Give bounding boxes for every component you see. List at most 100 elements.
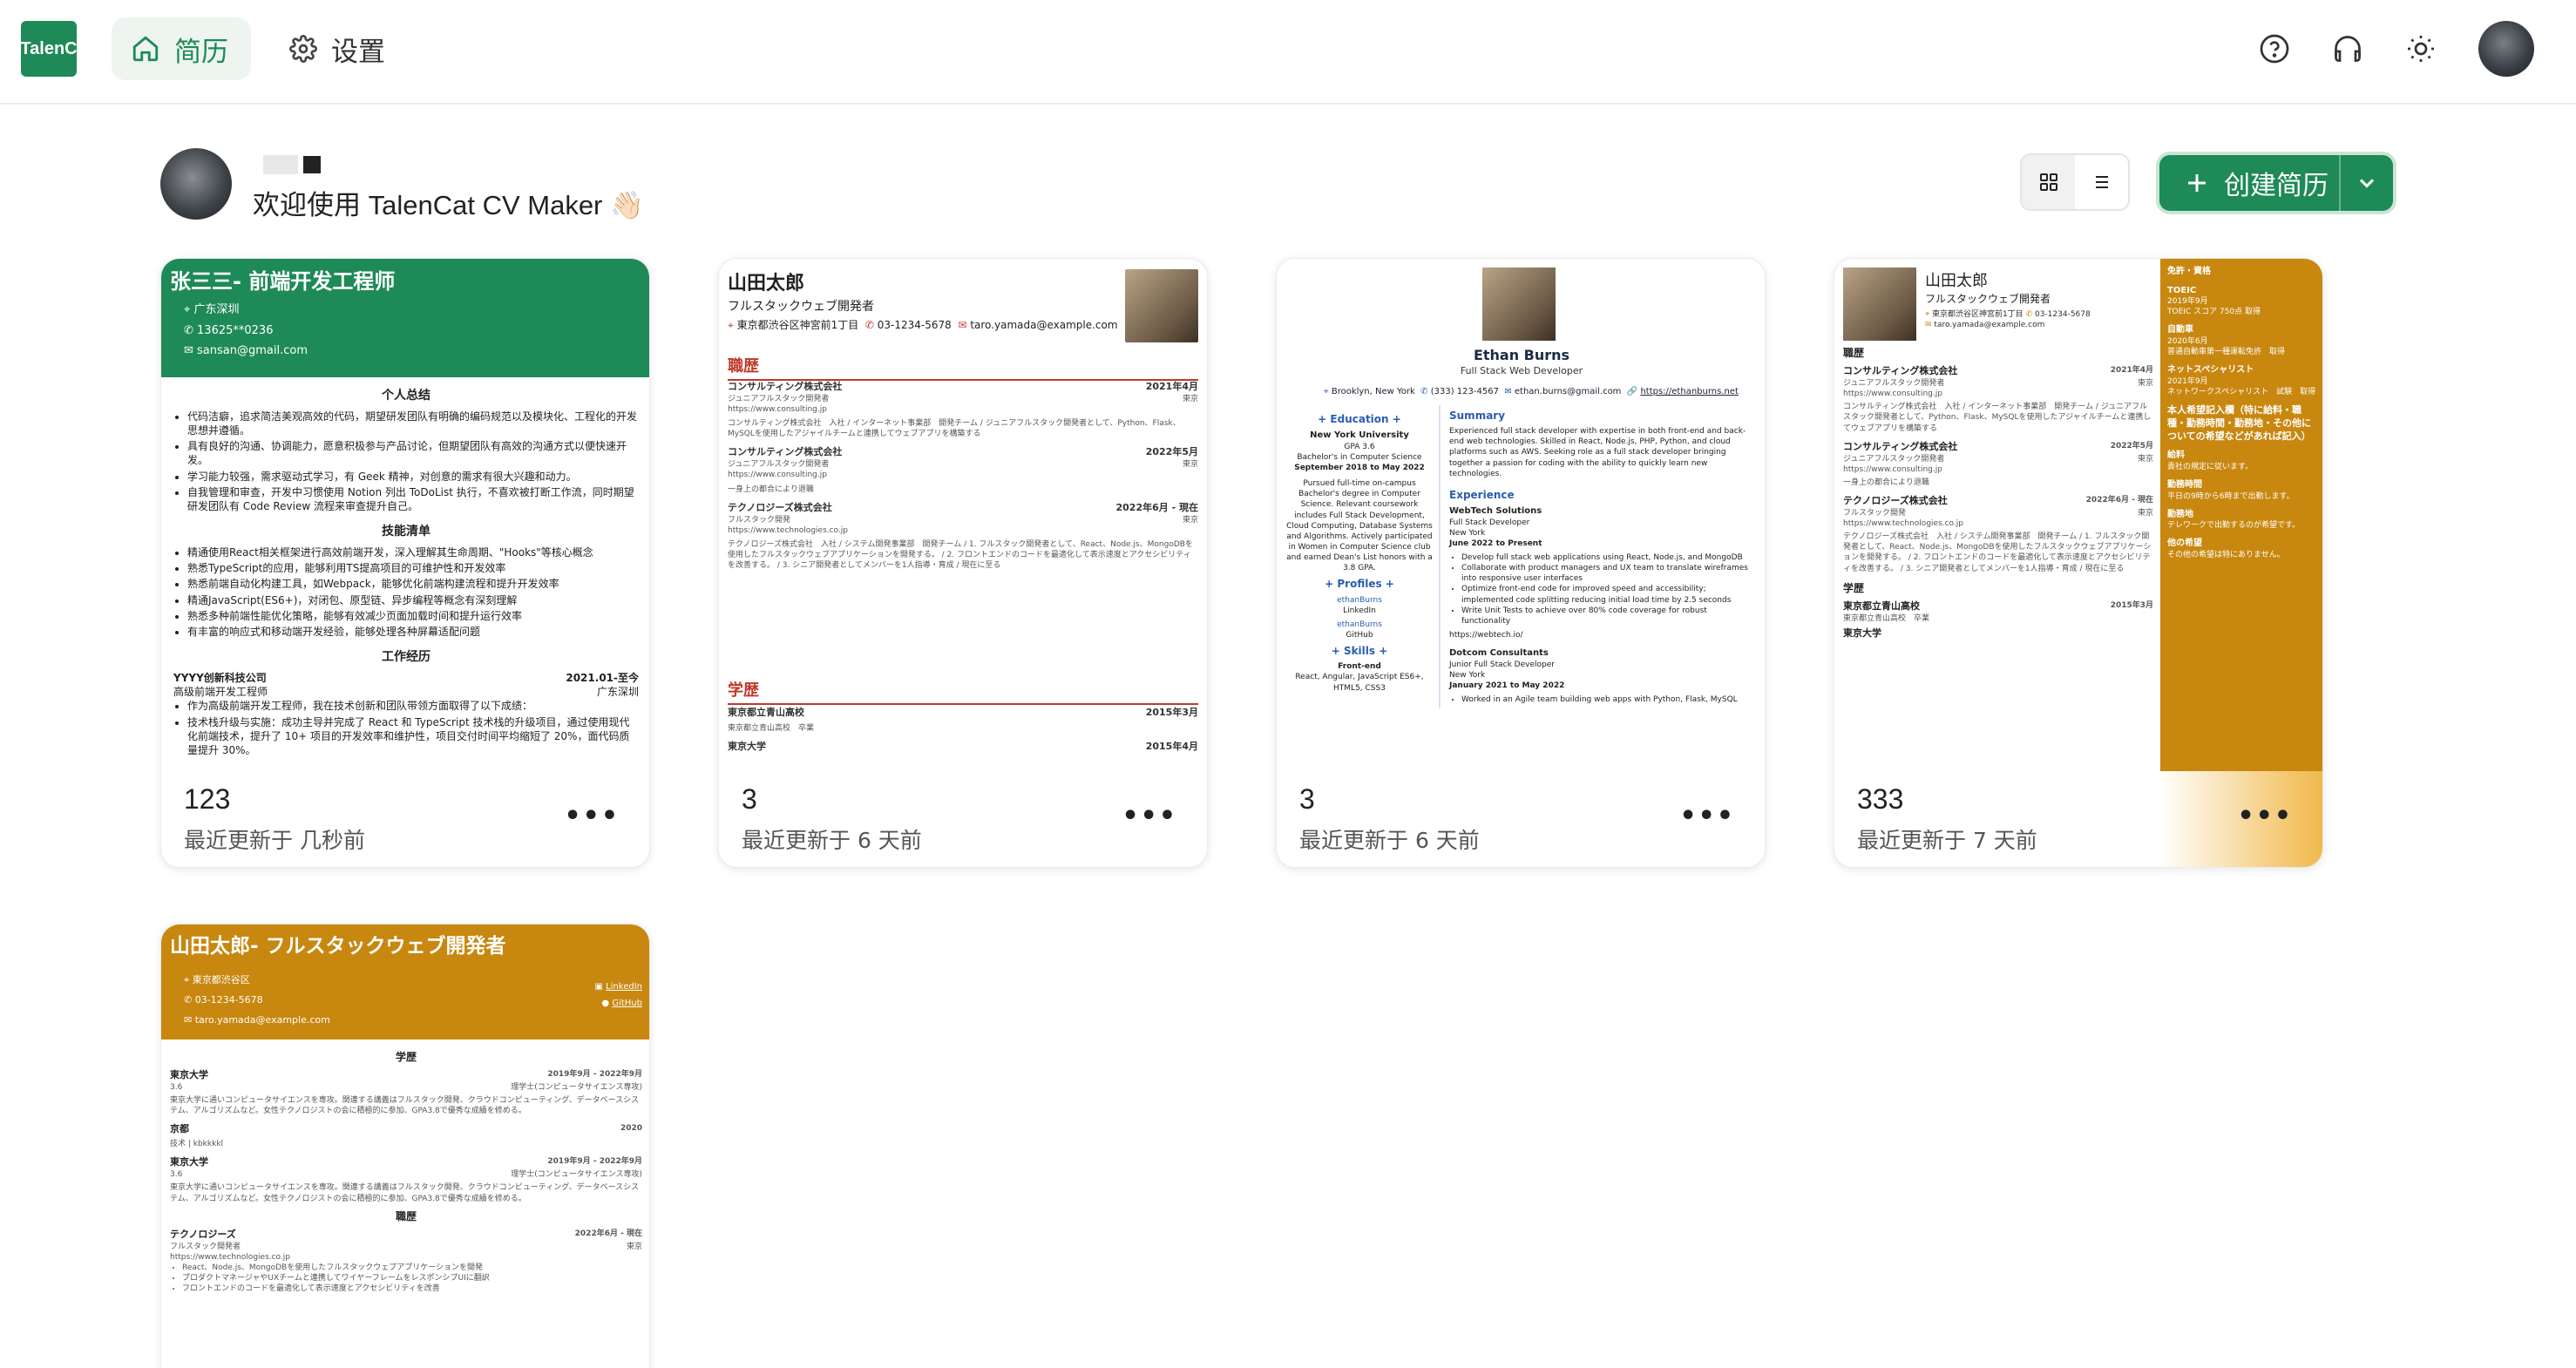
side-item-date: 2020年6月	[2167, 336, 2208, 346]
preview-section-title: 職歴	[395, 1209, 417, 1222]
preview-section-title: 職歴	[1843, 347, 1865, 359]
more-options-button[interactable]: •••	[564, 801, 620, 831]
preview-section-title: 学歴	[728, 681, 1198, 706]
card-updated: 最近更新于 7 天前	[1857, 828, 2037, 853]
school: 東京大学	[728, 740, 766, 752]
resume-card[interactable]: 山田太郎- フルスタックウェブ開発者 ⌖ 東京都渋谷区 ✆ 03-1234-56…	[160, 924, 650, 1368]
name-blur	[263, 155, 298, 174]
help-circle-icon	[2260, 34, 2289, 64]
profile-site: GitHub	[1346, 630, 1373, 640]
mail-icon: ✉	[958, 319, 967, 331]
link-label: LinkedIn	[606, 982, 642, 992]
theme-toggle-button[interactable]	[2402, 30, 2440, 68]
preview-section-title: 学歴	[1843, 581, 1865, 594]
side-item-title: 勤務地	[2167, 509, 2193, 519]
more-options-button[interactable]: •••	[2237, 801, 2293, 831]
university: New York University	[1310, 430, 1409, 441]
school-detail: 東京大学に通いコンピュータサイエンスを専攻。関連する講義はフルスタック開発、クラ…	[170, 1183, 640, 1203]
preview-role: Full Stack Web Developer	[1460, 365, 1583, 376]
nav-settings[interactable]: 设置	[270, 17, 410, 80]
nav-resume[interactable]: 简历	[112, 17, 251, 80]
list-item: 作为高级前端开发工程师，我在技术创新和团队带领方面取得了以下成绩：	[187, 699, 639, 713]
preview-header: 山田太郎- フルスタックウェブ開発者 ⌖ 東京都渋谷区 ✆ 03-1234-56…	[161, 924, 649, 1040]
user-avatar-menu[interactable]	[2478, 21, 2534, 77]
job-role: ジュニアフルスタック開発者	[728, 460, 830, 470]
help-button[interactable]	[2255, 30, 2294, 68]
preview-email: taro.yamada@example.com	[1934, 321, 2045, 330]
school-date: 2020	[620, 1124, 642, 1134]
more-options-button[interactable]: •••	[1122, 801, 1177, 831]
side-item-detail: その他の希望は特にありません。	[2167, 550, 2285, 559]
resume-preview[interactable]: 张三三- 前端开发工程师 ⌖ 广东深圳 ✆ 13625**0236 ✉ sans…	[161, 259, 649, 771]
sun-icon	[2408, 36, 2434, 62]
resume-card[interactable]: 山田太郎 フルスタックウェブ開発者 ⌖ 東京都渋谷区神宮前1丁目 ✆ 03-12…	[718, 258, 1208, 868]
school-degree: 理学士(コンピュータサイエンス専攻)	[511, 1083, 642, 1093]
job-loc: New York	[1449, 670, 1486, 680]
resume-preview[interactable]: Ethan Burns Full Stack Web Developer ⌖ B…	[1277, 259, 1765, 771]
card-footer: 123 最近更新于 几秒前 •••	[161, 771, 649, 867]
job-loc: 東京	[2137, 454, 2153, 464]
link-icon: 🔗	[1626, 387, 1638, 396]
headphones-icon	[2335, 36, 2361, 62]
phone-icon: ✆	[2025, 310, 2033, 319]
skill-list: React, Angular, JavaScript ES6+, HTML5, …	[1295, 673, 1424, 693]
list-view-button[interactable]	[2075, 155, 2128, 209]
grid-view-button[interactable]	[2022, 155, 2075, 209]
job-role: フルスタック開発者	[170, 1242, 241, 1251]
job-company: コンサルティング株式会社	[728, 381, 843, 392]
create-resume-button[interactable]: 创建简历	[2159, 155, 2341, 211]
position: 高级前端开发工程师	[173, 686, 268, 699]
side-item-detail: TOEIC スコア 750点 取得	[2167, 308, 2261, 317]
preview-section-title: 技能清单	[382, 525, 430, 539]
list-item: フロントエンドのコードを最適化して表示速度とアクセシビリティを改善	[182, 1283, 642, 1294]
resume-preview[interactable]: 山田太郎 フルスタックウェブ開発者 ⌖ 東京都渋谷区神宮前1丁目 ✆ 03-12…	[719, 259, 1207, 771]
list-item: Optimize front-end code for improved spe…	[1461, 584, 1752, 605]
card-title[interactable]: 3	[742, 783, 757, 816]
card-title[interactable]: 123	[184, 783, 230, 816]
edu-list: 東京都立青山高校 2015年3月 東京都立青山高校 卒業 東京大学 2015年4月	[728, 707, 1198, 754]
profile-photo	[1843, 268, 1916, 341]
job-date: 2021年4月	[1145, 381, 1198, 392]
edu-header: 東京大学 2019年9月 - 2022年9月	[170, 1069, 642, 1082]
resume-preview[interactable]: 山田太郎 フルスタックウェブ開発者 ⌖ 東京都渋谷区神宮前1丁目 ✆ 03-12…	[1834, 259, 2322, 771]
card-updated: 最近更新于 6 天前	[1299, 828, 1480, 853]
card-title[interactable]: 333	[1857, 783, 1903, 816]
app-logo[interactable]: TalenC	[20, 21, 78, 77]
preview-email: ✉ sansan@gmail.com	[184, 344, 308, 358]
job-date: June 2022 to Present	[1449, 538, 1542, 548]
edu-header: 京都 2020	[170, 1123, 642, 1136]
job-company: Dotcom Consultants	[1449, 648, 1549, 659]
job-company: テクノロジーズ	[170, 1228, 236, 1240]
support-button[interactable]	[2329, 30, 2367, 68]
location-pin-icon: ⌖	[728, 319, 734, 331]
card-updated: 最近更新于 6 天前	[742, 828, 922, 853]
job-sub: ジュニアフルスタック開発者 東京	[728, 394, 1198, 404]
school-detail: 東京都立青山高校 卒業	[728, 723, 815, 733]
school-date: 2019年9月 - 2022年9月	[547, 1157, 642, 1167]
list-item: Worked in an Agile team building web app…	[1461, 694, 1752, 705]
preview-body: 職歴 コンサルティング株式会社 2021年4月 ジュニアフルスタック開発者 東京 h…	[1843, 346, 2153, 640]
side-section-title: 本人希望記入欄（特に給料・職種・勤務時間・勤務地・その他についての希望などがあれ…	[2167, 403, 2311, 442]
skill-group: Front-end	[1338, 662, 1381, 672]
side-item-detail: テレワークで出勤するのが希望です。	[2167, 521, 2301, 531]
resume-card[interactable]: Ethan Burns Full Stack Web Developer ⌖ B…	[1276, 258, 1766, 868]
card-title[interactable]: 3	[1299, 783, 1315, 816]
job-detail: 一身上の都合により退職	[728, 484, 814, 494]
job-loc: 東京	[2137, 379, 2153, 389]
job-company: WebTech Solutions	[1449, 506, 1542, 517]
edu-dates: September 2018 to May 2022	[1294, 463, 1425, 472]
more-options-button[interactable]: •••	[1679, 801, 1735, 831]
school-gpa: 3.6	[170, 1083, 183, 1093]
resume-card[interactable]: 山田太郎 フルスタックウェブ開発者 ⌖ 東京都渋谷区神宮前1丁目 ✆ 03-12…	[1834, 258, 2323, 868]
school-date: 2015年4月	[1145, 740, 1198, 752]
preview-phone-text: 13625**0236	[197, 323, 274, 337]
job-loc: 東京	[626, 1242, 642, 1251]
create-options-dropdown[interactable]	[2341, 171, 2393, 195]
list-item: Collaborate with product managers and UX…	[1461, 563, 1752, 584]
list-item: 学习能力较强，需求驱动式学习，有 Geek 精神，对创意的需求有很大兴趣和动力。	[187, 470, 639, 484]
phone-icon: ✆	[1420, 387, 1428, 396]
preview-links: ▣ LinkedIn ● GitHub	[594, 979, 642, 1012]
resume-preview[interactable]: 山田太郎- フルスタックウェブ開発者 ⌖ 東京都渋谷区 ✆ 03-1234-56…	[161, 924, 649, 1368]
resume-card[interactable]: 张三三- 前端开发工程师 ⌖ 广东深圳 ✆ 13625**0236 ✉ sans…	[160, 258, 650, 868]
job-date: January 2021 to May 2022	[1449, 681, 1565, 690]
